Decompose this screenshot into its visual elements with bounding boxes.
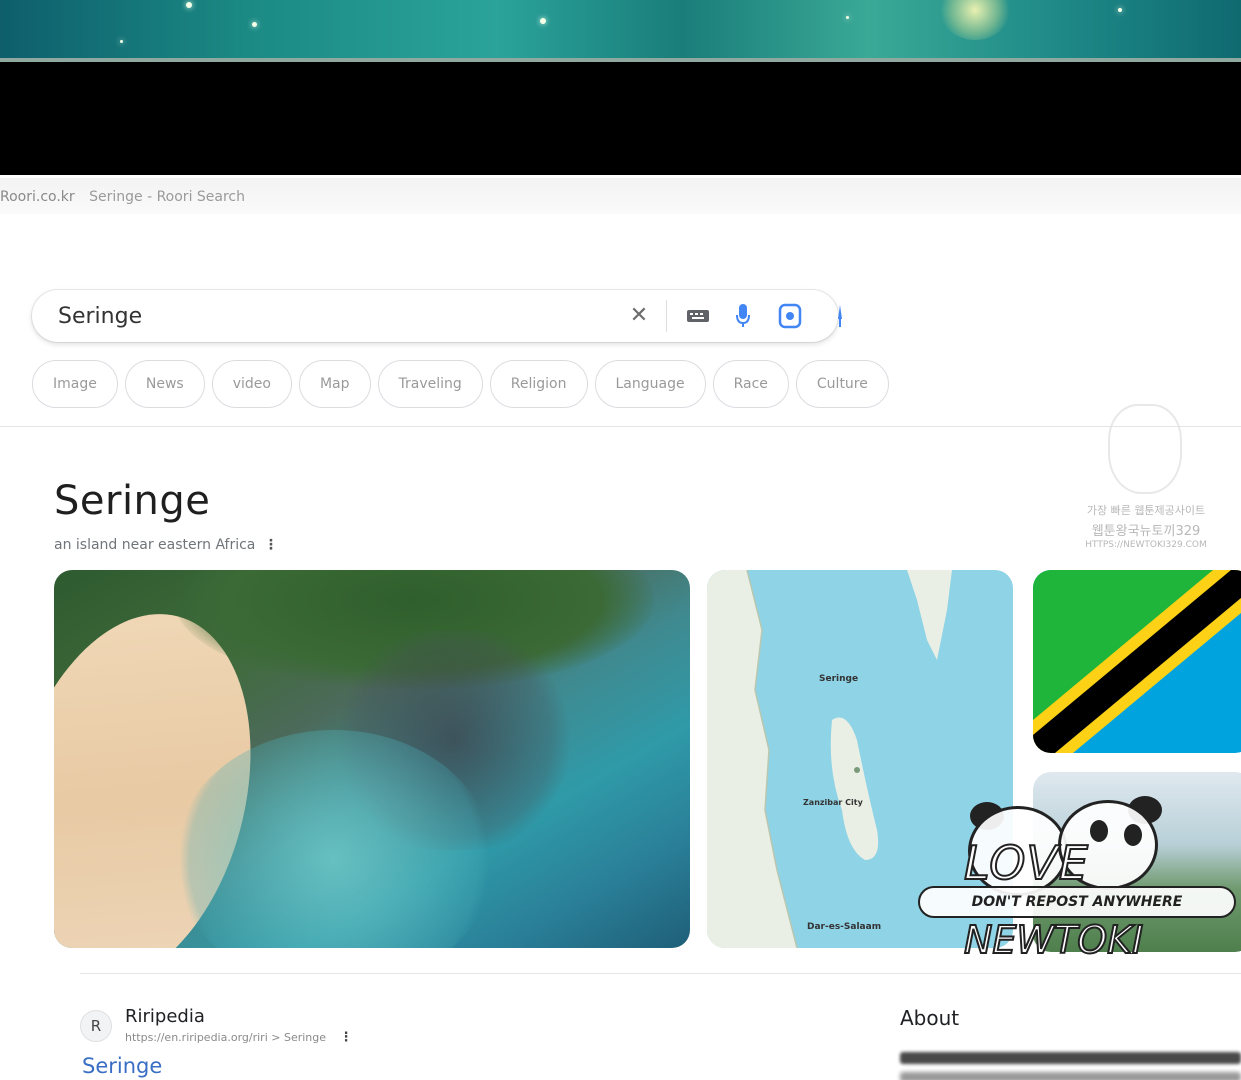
about-text-redacted-2: [900, 1072, 1241, 1080]
top-artwork-strip: [0, 0, 1241, 62]
subtitle-text: an island near eastern Africa: [54, 537, 256, 553]
black-band: [0, 62, 1241, 175]
chip-map[interactable]: Map: [298, 360, 371, 408]
island-landscape-image[interactable]: [1033, 772, 1241, 952]
more-vert-icon[interactable]: ⋮: [264, 537, 278, 553]
tab-page-title: Seringe - Roori Search: [89, 189, 246, 205]
result-url[interactable]: https://en.riripedia.org/riri > Seringe …: [125, 1030, 353, 1045]
search-divider: [666, 300, 667, 332]
about-text-redacted: [900, 1052, 1241, 1064]
keyboard-icon[interactable]: [684, 301, 712, 331]
map-label-island: Seringe: [819, 674, 859, 684]
chip-race[interactable]: Race: [712, 360, 789, 408]
chip-language[interactable]: Language: [594, 360, 706, 408]
about-heading: About: [900, 1006, 960, 1030]
chip-religion[interactable]: Religion: [489, 360, 588, 408]
results-divider: [80, 973, 1241, 974]
header-divider: [0, 426, 1241, 427]
flag-image[interactable]: [1033, 570, 1241, 753]
search-icon[interactable]: [826, 301, 854, 331]
chip-image[interactable]: Image: [32, 360, 118, 408]
browser-tab-title[interactable]: Roori.co.kr Seringe - Roori Search: [0, 178, 1241, 214]
chip-video[interactable]: video: [211, 360, 292, 408]
watermark-line-2: 웹툰왕국뉴토끼329: [1091, 524, 1201, 539]
result-title-link[interactable]: Seringe: [82, 1054, 162, 1078]
chip-traveling[interactable]: Traveling: [377, 360, 483, 408]
mascot-icon: [1108, 404, 1182, 494]
knowledge-panel-title: Seringe: [54, 478, 211, 524]
chip-news[interactable]: News: [124, 360, 205, 408]
watermark-line-1: 가장 빠른 웹툰제공사이트: [1086, 504, 1206, 517]
chip-culture[interactable]: Culture: [795, 360, 889, 408]
search-box[interactable]: ✕: [32, 290, 842, 342]
search-filter-chips: Image News video Map Traveling Religion …: [32, 360, 889, 408]
close-icon[interactable]: ✕: [627, 303, 651, 329]
search-input[interactable]: [58, 300, 578, 332]
knowledge-panel-subtitle: an island near eastern Africa ⋮: [54, 537, 278, 553]
island-aerial-image[interactable]: [54, 570, 690, 948]
result-site-name[interactable]: Riripedia: [125, 1006, 205, 1027]
lens-icon[interactable]: [776, 301, 804, 331]
watermark-line-3: HTTPS://NEWTOKI329.COM: [1085, 540, 1207, 550]
tab-domain: Roori.co.kr: [0, 189, 75, 205]
site-favicon[interactable]: R: [80, 1010, 112, 1042]
map-label-city: Zanzibar City: [803, 798, 863, 807]
map-label-port: Dar-es-Salaam: [807, 922, 882, 932]
more-vert-icon[interactable]: ⋮: [340, 1030, 353, 1045]
microphone-icon[interactable]: [729, 301, 757, 331]
result-url-text: https://en.riripedia.org/riri > Seringe: [125, 1031, 327, 1044]
island-map-image[interactable]: Seringe Zanzibar City Dar-es-Salaam: [707, 570, 1013, 948]
watermark-site-logo: 가장 빠른 웹툰제공사이트 웹툰왕국뉴토끼329 HTTPS://NEWTOKI…: [1078, 400, 1212, 560]
